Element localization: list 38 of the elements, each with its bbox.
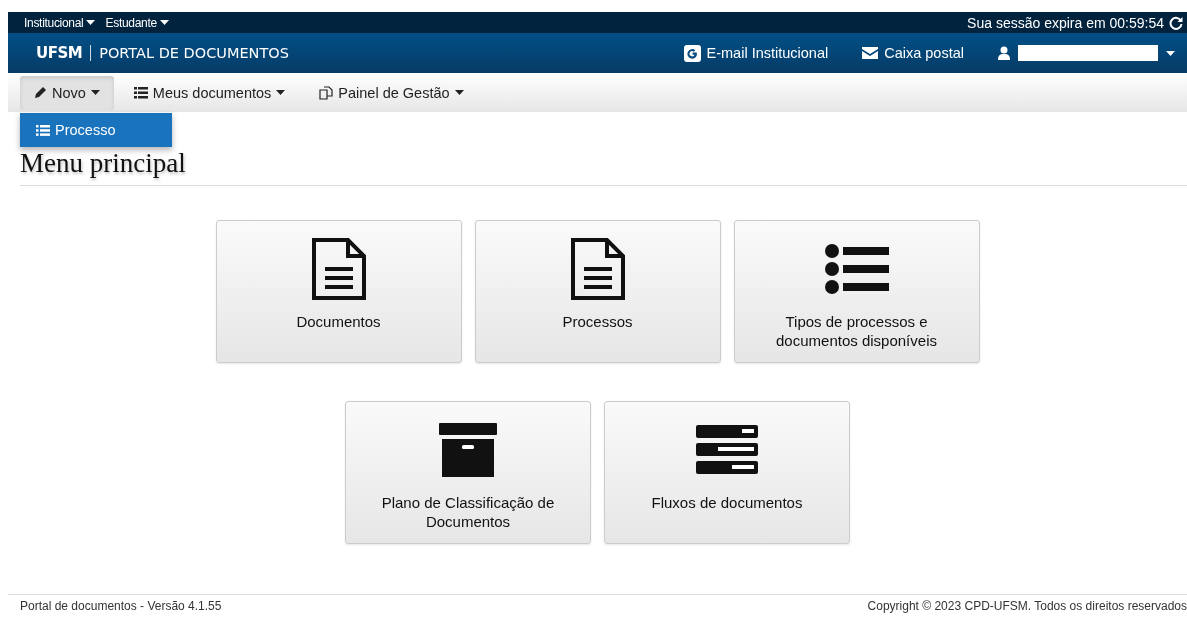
nav-menu[interactable]: Painel de Gestão — [305, 75, 478, 110]
menu-card[interactable]: Documentos — [215, 220, 462, 363]
refresh-icon[interactable] — [1169, 15, 1183, 30]
caret-icon — [159, 20, 169, 25]
archive-box-icon — [439, 423, 497, 477]
caret-icon — [454, 90, 464, 95]
top-menu[interactable]: Institucional — [24, 15, 96, 30]
menu-card[interactable]: Tipos de processos e documentos disponíveis — [733, 220, 980, 363]
dropdown-item[interactable]: Processo — [20, 113, 172, 147]
pencil-icon — [34, 86, 47, 99]
brand-logo: UFSM — [36, 44, 83, 62]
list-icon — [133, 86, 148, 99]
caret-icon — [1166, 50, 1175, 56]
page-heading: Menu principal — [20, 148, 1187, 186]
nav-menu[interactable]: Meus documentos — [119, 75, 300, 110]
document-icon — [569, 237, 626, 301]
server-stack-icon — [696, 425, 758, 475]
caret-icon — [86, 20, 96, 25]
google-icon — [683, 44, 701, 62]
mail-icon — [862, 47, 879, 59]
nav-menu[interactable]: Novo — [20, 75, 114, 110]
portal-title: PORTAL DE DOCUMENTOS — [99, 45, 289, 61]
session-timer: Sua sessão expira em 00:59:54 — [967, 14, 1164, 31]
caret-icon — [90, 90, 100, 95]
list-icon — [824, 244, 889, 294]
menu-card[interactable]: Processos — [474, 220, 721, 363]
list-icon — [36, 124, 50, 136]
menu-card[interactable]: Fluxos de documentos — [604, 401, 850, 544]
caret-icon — [276, 90, 286, 95]
menu-card[interactable]: Plano de Classificação de Documentos — [345, 401, 591, 544]
top-menu[interactable]: Estudante — [105, 15, 169, 30]
user-icon — [998, 46, 1010, 60]
copy-icon — [319, 85, 334, 100]
version-text: Portal de documentos - Versão 4.1.55 — [20, 599, 222, 613]
copyright-text: Copyright © 2023 CPD-UFSM. Todos os direitos reservados — [867, 599, 1187, 613]
header-link[interactable]: Caixa postal — [862, 45, 964, 61]
header-link[interactable]: E-mail Institucional — [683, 44, 829, 62]
document-icon — [310, 237, 367, 301]
